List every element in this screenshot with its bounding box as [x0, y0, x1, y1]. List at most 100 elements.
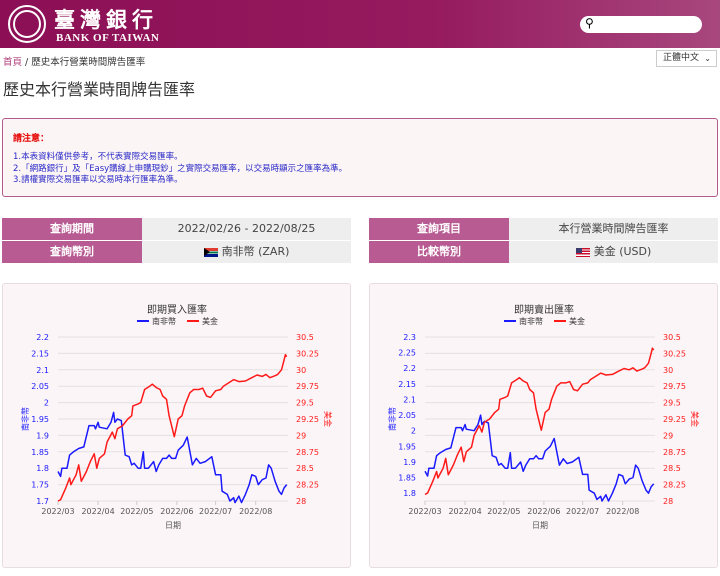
y-right-tick-label: 30.25 — [296, 349, 319, 358]
compare-currency-label: 比較幣別 — [369, 241, 509, 263]
x-tick-label: 2022/05 — [120, 507, 153, 516]
y-right-axis-title: 美金 — [323, 411, 333, 427]
y-left-tick-label: 2.15 — [31, 349, 49, 358]
item-label: 查詢項目 — [369, 218, 509, 240]
y-left-tick-label: 1.7 — [36, 497, 49, 506]
chevron-down-icon: ⌄ — [704, 54, 711, 63]
chart-sell-rate: 即期賣出匯率 南非幣 美金 28 28.25 28.5 28.75 29 29.25 29.5 29… — [369, 283, 718, 568]
notice-line: 2.「網路銀行」及「Easy購線上申購現鈔」之實際交易匯率，以交易時顯示之匯率為… — [13, 163, 348, 174]
brand-name-en: BANK OF TAIWAN — [56, 32, 160, 44]
y-right-tick-label: 30 — [296, 366, 306, 375]
y-left-tick-label: 2.1 — [36, 366, 49, 375]
x-tick-label: 2022/08 — [239, 507, 272, 516]
y-right-tick-label: 29.25 — [296, 415, 319, 424]
y-left-tick-label: 2.05 — [398, 411, 416, 420]
y-right-tick-label: 28.5 — [663, 464, 681, 473]
breadcrumb: 首頁 / 歷史本行營業時間牌告匯率 — [3, 54, 145, 68]
search-icon: ⚲ — [585, 16, 594, 30]
notice-line: 1.本表資料僅供參考，不代表實際交易匯率。 — [13, 152, 183, 162]
y-left-tick-label: 1.85 — [398, 474, 416, 483]
y-right-tick-label: 29.75 — [663, 382, 686, 391]
y-left-tick-label: 1.85 — [31, 448, 49, 457]
y-right-tick-label: 30.5 — [296, 333, 314, 342]
item-value: 本行營業時間牌告匯率 — [509, 218, 718, 240]
x-tick-label: 2022/07 — [566, 507, 599, 516]
y-right-tick-label: 28.5 — [296, 464, 314, 473]
y-left-axis-title: 南非幣 — [20, 407, 30, 431]
y-left-tick-label: 1.8 — [36, 464, 49, 473]
y-right-tick-label: 30.25 — [663, 349, 686, 358]
y-left-tick-label: 1.95 — [31, 415, 49, 424]
x-tick-label: 2022/04 — [448, 507, 481, 516]
y-right-tick-label: 29.25 — [663, 415, 686, 424]
y-right-tick-label: 29.75 — [296, 382, 319, 391]
notice-line: 3.請權實際交易匯率以交易時本行匯率為準。 — [13, 175, 183, 185]
y-left-tick-label: 2.2 — [36, 333, 49, 342]
y-left-tick-label: 1.9 — [403, 458, 416, 467]
legend-usd-label: 美金 — [569, 316, 585, 326]
y-left-tick-label: 2.3 — [403, 333, 416, 342]
y-left-tick-label: 2.15 — [398, 380, 416, 389]
breadcrumb-current: 歷史本行營業時間牌告匯率 — [31, 57, 146, 68]
x-axis-title: 日期 — [532, 521, 548, 530]
y-left-tick-label: 2 — [411, 427, 416, 436]
y-right-tick-label: 30 — [663, 366, 673, 375]
period-label: 查詢期間 — [2, 218, 142, 240]
language-select[interactable]: 正體中文 ⌄ — [656, 50, 717, 67]
breadcrumb-home-link[interactable]: 首頁 — [3, 57, 22, 68]
legend-zar-label: 南非幣 — [152, 316, 176, 326]
x-tick-label: 2022/03 — [408, 507, 441, 516]
y-left-tick-label: 2 — [44, 399, 49, 408]
y-right-tick-label: 28 — [663, 497, 673, 506]
us-flag-icon — [575, 247, 590, 257]
y-right-tick-label: 28.75 — [296, 448, 319, 457]
y-left-tick-label: 1.95 — [398, 442, 416, 451]
legend-usd-label: 美金 — [202, 316, 218, 326]
y-left-tick-label: 2.25 — [398, 349, 416, 358]
series-line-usd — [57, 353, 288, 502]
y-right-tick-label: 29.5 — [296, 399, 314, 408]
query-table-right: 查詢項目 本行營業時間牌告匯率 比較幣別 美金 (USD) — [369, 218, 718, 264]
y-right-tick-label: 28.75 — [663, 448, 686, 457]
currency-label: 查詢幣別 — [2, 241, 142, 263]
south-africa-flag-icon — [203, 247, 218, 257]
y-right-axis-title: 美金 — [690, 411, 700, 427]
logo-emblem-icon — [13, 10, 41, 38]
x-tick-label: 2022/08 — [606, 507, 639, 516]
language-selected: 正體中文 — [663, 53, 700, 63]
x-tick-label: 2022/06 — [527, 507, 560, 516]
period-value: 2022/02/26 - 2022/08/25 — [142, 218, 351, 240]
x-tick-label: 2022/04 — [81, 507, 114, 516]
compare-currency-value: 美金 (USD) — [593, 245, 652, 258]
chart-buy-rate: 即期買入匯率 南非幣 美金 28 28.25 28.5 28.75 29 29.25 29.5 29… — [2, 283, 351, 568]
chart-title: 即期賣出匯率 — [514, 303, 574, 316]
breadcrumb-separator: / — [25, 57, 29, 68]
search-input[interactable]: ⚲ — [580, 16, 702, 33]
y-right-tick-label: 29 — [296, 431, 306, 440]
y-left-tick-label: 2.2 — [403, 364, 416, 373]
currency-value: 南非幣 (ZAR) — [221, 245, 290, 258]
x-tick-label: 2022/07 — [199, 507, 232, 516]
y-right-tick-label: 28 — [296, 497, 306, 506]
y-right-tick-label: 29 — [663, 431, 673, 440]
y-right-tick-label: 30.5 — [663, 333, 681, 342]
y-left-tick-label: 1.8 — [403, 489, 416, 498]
x-tick-label: 2022/06 — [160, 507, 193, 516]
site-header: 臺灣銀行 BANK OF TAIWAN ⚲ — [0, 0, 720, 48]
bank-logo[interactable] — [8, 5, 46, 43]
series-line-zar — [424, 414, 655, 502]
y-right-tick-label: 29.5 — [663, 399, 681, 408]
page-title: 歷史本行營業時間牌告匯率 — [3, 80, 196, 99]
y-left-tick-label: 2.05 — [31, 382, 49, 391]
y-right-tick-label: 28.25 — [296, 481, 319, 490]
legend-zar-label: 南非幣 — [519, 316, 543, 326]
x-axis-title: 日期 — [165, 521, 181, 530]
x-tick-label: 2022/05 — [487, 507, 520, 516]
chart-title: 即期買入匯率 — [147, 303, 207, 316]
y-left-tick-label: 1.9 — [36, 431, 49, 440]
y-left-tick-label: 1.75 — [31, 481, 49, 490]
y-right-tick-label: 28.25 — [663, 481, 686, 490]
x-tick-label: 2022/03 — [41, 507, 74, 516]
notice-heading: 請注意： — [13, 134, 50, 144]
query-table-left: 查詢期間 2022/02/26 - 2022/08/25 查詢幣別 南非幣 (ZAR… — [2, 218, 351, 264]
